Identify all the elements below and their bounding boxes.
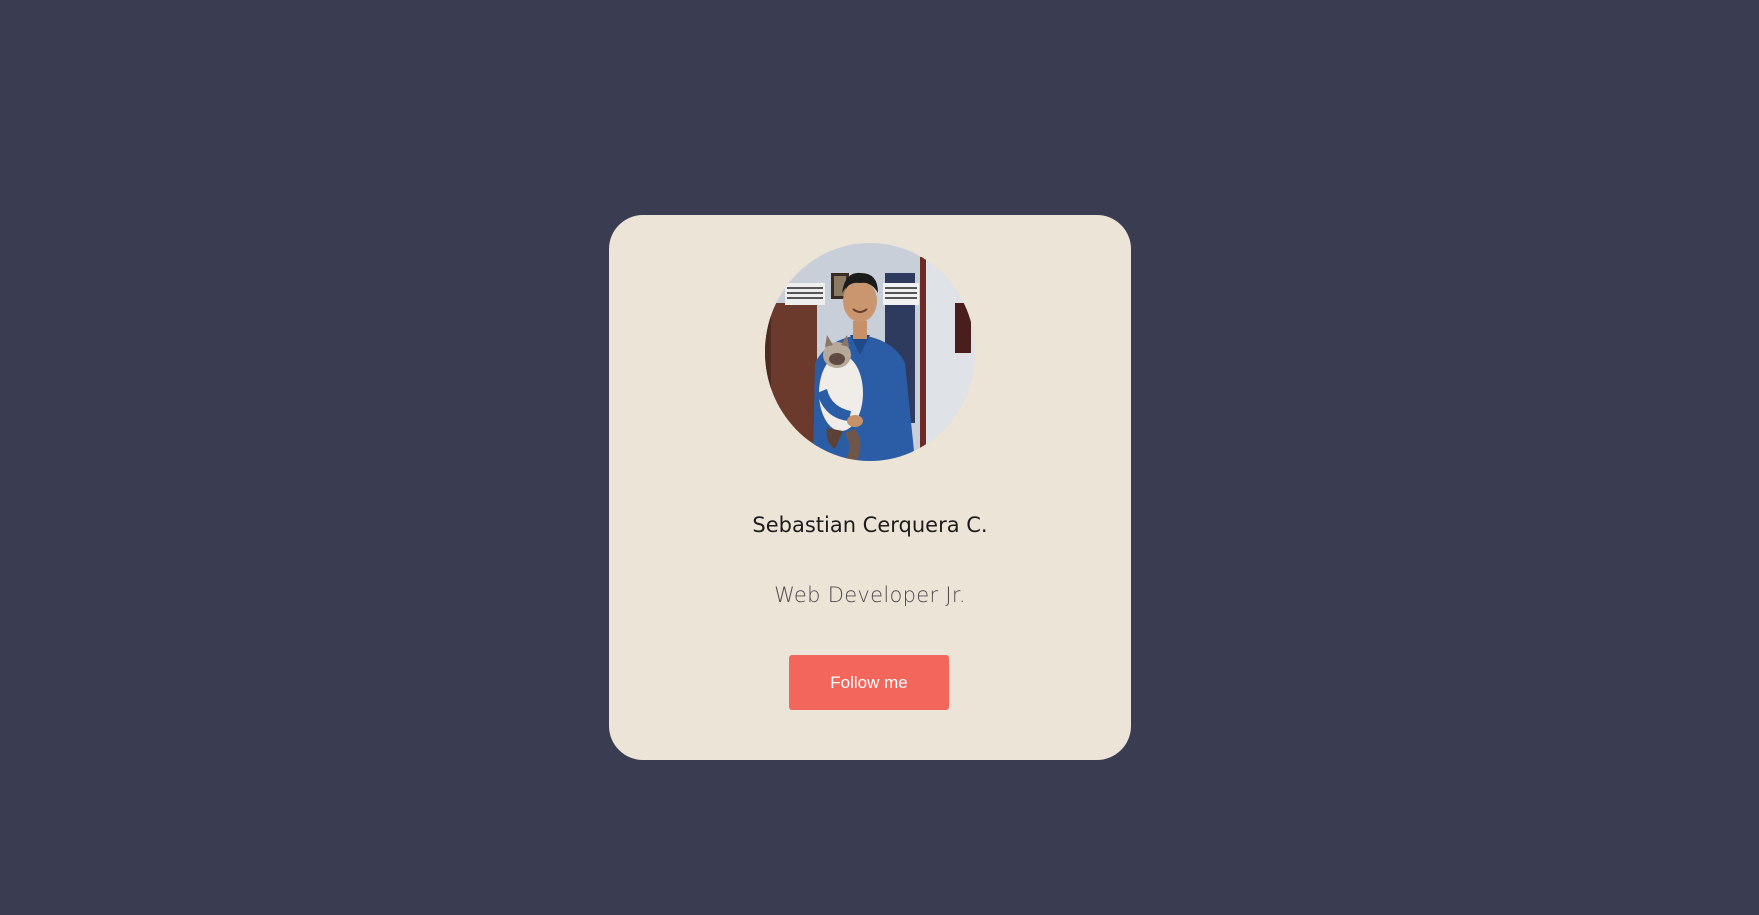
avatar (765, 243, 975, 461)
follow-button[interactable]: Follow me (789, 655, 949, 710)
profile-name: Sebastian Cerquera C. (752, 513, 988, 537)
profile-role: Web Developer Jr. (774, 583, 966, 607)
profile-card: Sebastian Cerquera C. Web Developer Jr. … (609, 215, 1131, 760)
profile-photo-icon (765, 243, 975, 461)
